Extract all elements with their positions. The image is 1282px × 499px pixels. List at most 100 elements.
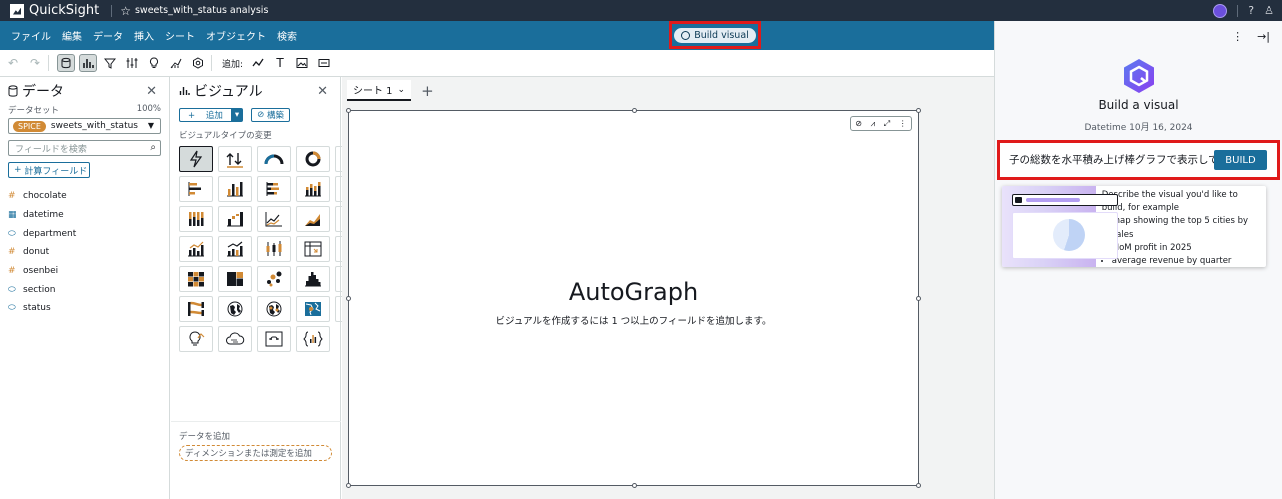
example-item: average revenue by quarter — [1112, 255, 1260, 268]
field-item-department[interactable]: ⬭ department — [0, 224, 169, 243]
heat-map-visual-icon[interactable] — [179, 266, 213, 292]
kpi-visual-icon[interactable] — [218, 146, 252, 172]
box-plot-visual-icon[interactable] — [257, 236, 291, 262]
add-calculated-field-button[interactable]: + 計算フィールド — [8, 162, 90, 178]
forecast-icon[interactable] — [167, 54, 185, 72]
search-icon: ⌕ — [150, 142, 156, 153]
chevron-down-icon[interactable]: ⌄ — [398, 85, 406, 95]
data-panel-close-icon[interactable]: ✕ — [146, 84, 157, 99]
amazon-q-tool-icon[interactable] — [189, 54, 207, 72]
chevron-down-icon: ▼ — [147, 121, 154, 130]
area-line-visual-icon[interactable] — [296, 206, 330, 232]
field-search-input[interactable]: フィールドを検索 ⌕ — [8, 140, 161, 156]
example-preview-image — [1002, 186, 1118, 267]
collapse-panel-icon[interactable]: →| — [1257, 30, 1270, 43]
analysis-name[interactable]: sweets_with_status analysis — [135, 5, 268, 16]
quicksight-logo[interactable]: QuickSight — [10, 3, 99, 18]
resize-handle[interactable] — [916, 108, 921, 113]
amazon-q-visual-icon[interactable]: ⊘ — [855, 119, 862, 128]
dataset-dropdown[interactable]: SPICE sweets_with_status ▼ — [8, 118, 161, 134]
field-item-section[interactable]: ⬭ section — [0, 280, 169, 299]
parameters-icon[interactable] — [123, 54, 141, 72]
add-sheet-icon[interactable]: + — [421, 82, 434, 100]
geospatial-map-visual-icon[interactable] — [296, 296, 330, 322]
field-item-donut[interactable]: # donut — [0, 243, 169, 262]
help-icon[interactable]: ? — [1248, 4, 1254, 17]
custom-visual-content-icon[interactable] — [257, 326, 291, 352]
filter-icon[interactable] — [101, 54, 119, 72]
menu-insert[interactable]: 挿入 — [134, 28, 154, 43]
amazon-q-icon[interactable] — [1213, 3, 1228, 18]
undo-icon[interactable]: ↶ — [4, 54, 22, 72]
build-visual-highlight: Build visual — [669, 21, 761, 49]
gauge-visual-icon[interactable] — [257, 146, 291, 172]
example-card: Describe the visual you'd like to build,… — [1002, 186, 1266, 267]
highcharts-visual-icon[interactable] — [296, 326, 330, 352]
donut-visual-icon[interactable] — [296, 146, 330, 172]
horizontal-bar-visual-icon[interactable] — [179, 176, 213, 202]
line-visual-icon[interactable] — [257, 206, 291, 232]
visuals-actions: + 追加 ▾ ⊘ 構築 — [171, 108, 340, 122]
build-layout-button[interactable]: ⊘ 構築 — [251, 108, 290, 122]
resize-handle[interactable] — [346, 108, 351, 113]
word-cloud-visual-icon[interactable] — [218, 326, 252, 352]
filled-map-visual-icon[interactable] — [218, 296, 252, 322]
field-item-osenbei[interactable]: # osenbei — [0, 262, 169, 281]
add-visual-dropdown-icon[interactable]: ▾ — [230, 109, 243, 121]
build-visual-button[interactable]: Build visual — [674, 27, 756, 43]
resize-handle[interactable] — [346, 483, 351, 488]
combo-bar-line-visual-icon[interactable] — [179, 236, 213, 262]
add-image-icon[interactable] — [293, 54, 311, 72]
autograph-visual-icon[interactable] — [179, 146, 213, 172]
resize-handle[interactable] — [916, 483, 921, 488]
points-on-map-visual-icon[interactable] — [257, 296, 291, 322]
prompt-highlight: 子の総数を水平積み上げ棒グラフで表示して BUILD — [997, 140, 1280, 180]
add-visual-button[interactable]: + 追加 ▾ — [179, 108, 244, 122]
add-line-chart-icon[interactable] — [249, 54, 267, 72]
sheet-tab-1[interactable]: シート 1 ⌄ — [347, 80, 412, 101]
add-text-icon[interactable]: T — [271, 54, 289, 72]
prompt-input[interactable]: 子の総数を水平積み上げ棒グラフで表示して — [1009, 152, 1221, 167]
vertical-bar-visual-icon[interactable] — [218, 176, 252, 202]
more-options-icon[interactable]: ⋮ — [899, 119, 907, 128]
field-item-chocolate[interactable]: # chocolate — [0, 187, 169, 206]
resize-handle[interactable] — [632, 483, 637, 488]
field-item-status[interactable]: ⬭ status — [0, 299, 169, 318]
data-panel-toggle-icon[interactable] — [57, 54, 75, 72]
field-drop-zone[interactable]: ディメンションまたは測定を追加 — [179, 445, 332, 461]
menu-sheet[interactable]: シート — [165, 28, 195, 43]
field-list: # chocolate ▦ datetime ⬭ department # do… — [0, 187, 169, 318]
menu-file[interactable]: ファイル — [11, 28, 51, 43]
insight-visual-icon[interactable] — [179, 326, 213, 352]
forecast-visual-icon[interactable]: ⩘ — [871, 119, 876, 129]
menu-data[interactable]: データ — [93, 28, 123, 43]
menu-search[interactable]: 検索 — [277, 28, 297, 43]
expand-icon[interactable]: ⤢ — [884, 119, 890, 129]
autograph-visual[interactable]: ⊘ ⩘ ⤢ ⋮ AutoGraph ビジュアルを作成するには 1 つ以上のフィー… — [346, 108, 921, 488]
waterfall-visual-icon[interactable] — [218, 206, 252, 232]
more-options-icon[interactable]: ⋮ — [1232, 30, 1243, 43]
insights-icon[interactable] — [145, 54, 163, 72]
menu-edit[interactable]: 編集 — [62, 28, 82, 43]
redo-icon[interactable]: ↷ — [26, 54, 44, 72]
sankey-visual-icon[interactable] — [179, 296, 213, 322]
visuals-panel-toggle-icon[interactable] — [79, 54, 97, 72]
tree-map-visual-icon[interactable] — [218, 266, 252, 292]
build-button[interactable]: BUILD — [1214, 150, 1267, 170]
user-icon[interactable]: ♙ — [1264, 4, 1274, 17]
resize-handle[interactable] — [632, 108, 637, 113]
example-item: map showing the top 5 cities by sales — [1112, 215, 1260, 241]
menu-object[interactable]: オブジェクト — [206, 28, 266, 43]
canvas-area: シート 1 ⌄ + ⊘ ⩘ ⤢ ⋮ AutoGraph ビジュアルを作成するには… — [342, 77, 994, 499]
hundred-percent-vertical-bar-visual-icon[interactable] — [179, 206, 213, 232]
visuals-panel-close-icon[interactable]: ✕ — [317, 84, 328, 99]
add-control-icon[interactable] — [315, 54, 333, 72]
favorite-star-icon[interactable]: ☆ — [120, 4, 131, 18]
field-item-datetime[interactable]: ▦ datetime — [0, 206, 169, 225]
stacked-vertical-bar-visual-icon[interactable] — [296, 176, 330, 202]
scatter-plot-visual-icon[interactable] — [257, 266, 291, 292]
histogram-visual-icon[interactable] — [296, 266, 330, 292]
pivot-table-visual-icon[interactable] — [296, 236, 330, 262]
combo-stacked-bar-line-visual-icon[interactable] — [218, 236, 252, 262]
stacked-horizontal-bar-visual-icon[interactable] — [257, 176, 291, 202]
